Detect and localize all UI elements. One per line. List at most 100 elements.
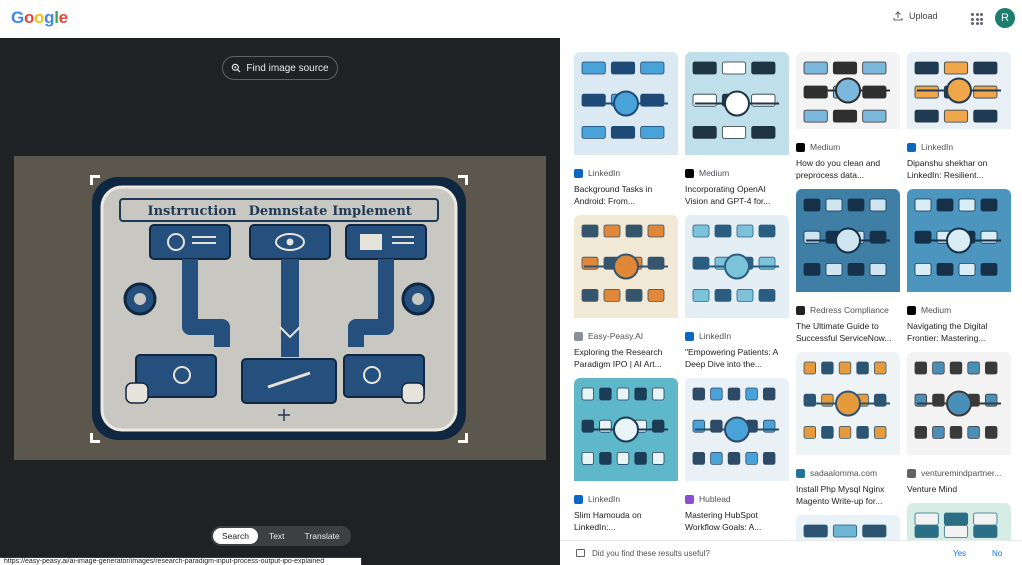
- feedback-question: Did you find these results useful?: [592, 549, 710, 558]
- medium-icon: [685, 168, 694, 178]
- result-title[interactable]: Background Tasks in Android: From...: [574, 183, 678, 207]
- result-thumbnail[interactable]: [907, 352, 1011, 460]
- result-thumbnail-art: [685, 52, 789, 155]
- result-thumbnail-art: [796, 189, 900, 292]
- result-thumbnail-art: [907, 503, 1011, 543]
- result-source: LinkedIn: [685, 330, 789, 342]
- google-logo[interactable]: Google: [11, 8, 68, 28]
- result-card[interactable]: Medium Navigating the Digital Frontier: M…: [907, 189, 1011, 344]
- result-card[interactable]: sadaalomma.com Install Php Mysql Nginx Ma…: [796, 352, 900, 507]
- result-card[interactable]: Hublead Mastering HubSpot Workflow Goals:…: [685, 378, 789, 533]
- result-source-name: Medium: [921, 305, 952, 315]
- redress-icon: [796, 305, 805, 315]
- image-label-3: Implement: [332, 204, 412, 219]
- result-source-name: venturemindpartner...: [921, 468, 1002, 478]
- result-card[interactable]: venturemindpartner... Venture Mind: [907, 352, 1011, 495]
- result-thumbnail[interactable]: [685, 52, 789, 160]
- image-label-1: Instrruction: [148, 204, 238, 219]
- result-title[interactable]: "Empowering Patients: A Deep Dive into t…: [685, 346, 789, 370]
- find-image-source-label: Find image source: [246, 62, 329, 74]
- result-source-name: LinkedIn: [588, 168, 621, 178]
- result-title[interactable]: Incorporating OpenAI Vision and GPT-4 fo…: [685, 183, 789, 207]
- visual-matches-panel: LinkedIn Background Tasks in Android: Fro…: [560, 38, 1022, 565]
- lens-mode-switcher: Search Text Translate: [211, 526, 351, 546]
- result-source-name: LinkedIn: [921, 142, 954, 152]
- result-source: Medium: [796, 141, 900, 153]
- mode-tab-search[interactable]: Search: [213, 528, 258, 544]
- result-thumbnail-art: [907, 352, 1011, 455]
- result-title[interactable]: Venture Mind: [907, 483, 1011, 495]
- result-source-name: Easy-Peasy.AI: [588, 331, 644, 341]
- image-label-2: Demnstate: [249, 204, 328, 219]
- mode-tab-translate[interactable]: Translate: [296, 528, 349, 544]
- result-source-name: Medium: [699, 168, 730, 178]
- result-title[interactable]: Navigating the Digital Frontier: Masteri…: [907, 320, 1011, 344]
- result-source: Easy-Peasy.AI: [574, 330, 678, 342]
- result-card[interactable]: LinkedIn Slim Hamouda on LinkedIn:...: [574, 378, 678, 533]
- crop-handle-top-left[interactable]: [90, 175, 100, 185]
- upload-button[interactable]: Upload: [893, 11, 938, 21]
- result-source-name: Redress Compliance: [810, 305, 889, 315]
- result-card[interactable]: LinkedIn "Empowering Patients: A Deep Div…: [685, 215, 789, 370]
- result-thumbnail[interactable]: [685, 378, 789, 486]
- crop-handle-bottom-left[interactable]: [90, 433, 100, 443]
- result-card[interactable]: LinkedIn Background Tasks in Android: Fro…: [574, 52, 678, 207]
- result-source: Medium: [907, 304, 1011, 316]
- wordpress-icon: [796, 468, 805, 478]
- crop-handle-top-right[interactable]: [458, 175, 468, 185]
- linkedin-icon: [907, 142, 916, 152]
- result-thumbnail[interactable]: [574, 378, 678, 486]
- logo-letter: e: [58, 8, 68, 27]
- result-thumbnail[interactable]: [907, 52, 1011, 134]
- result-thumbnail-art: [685, 378, 789, 481]
- feedback-no-button[interactable]: No: [992, 549, 1002, 558]
- result-title[interactable]: How do you clean and preprocess data...: [796, 157, 900, 181]
- result-thumbnail[interactable]: [796, 52, 900, 134]
- result-source-name: LinkedIn: [588, 494, 621, 504]
- hublead-icon: [685, 494, 694, 504]
- result-card[interactable]: Medium Incorporating OpenAI Vision and GP…: [685, 52, 789, 207]
- result-title[interactable]: Mastering HubSpot Workflow Goals: A...: [685, 509, 789, 533]
- result-thumbnail[interactable]: [907, 189, 1011, 297]
- easy-peasy-icon: [574, 331, 583, 341]
- medium-icon: [907, 305, 916, 315]
- result-source-name: sadaalomma.com: [810, 468, 878, 478]
- result-source-name: Hublead: [699, 494, 731, 504]
- find-image-source-button[interactable]: Find image source: [222, 56, 338, 80]
- mode-tab-text[interactable]: Text: [260, 528, 294, 544]
- result-thumbnail[interactable]: [574, 215, 678, 323]
- result-card[interactable]: Easy-Peasy.AI Exploring the Research Para…: [574, 215, 678, 370]
- results-column-4: LinkedIn Dipanshu shekhar on LinkedIn: Re…: [907, 52, 1011, 556]
- result-title[interactable]: The Ultimate Guide to Successful Service…: [796, 320, 900, 344]
- result-source: LinkedIn: [574, 167, 678, 179]
- upload-label: Upload: [909, 11, 938, 21]
- result-source: Redress Compliance: [796, 304, 900, 316]
- result-source: LinkedIn: [574, 493, 678, 505]
- result-card[interactable]: LinkedIn Dipanshu shekhar on LinkedIn: Re…: [907, 52, 1011, 181]
- result-source: venturemindpartner...: [907, 467, 1011, 479]
- result-card[interactable]: Redress Compliance The Ultimate Guide to …: [796, 189, 900, 344]
- lens-search-icon: [232, 63, 241, 73]
- query-image[interactable]: Instrruction Demnstate Implement: [92, 177, 466, 440]
- feedback-yes-button[interactable]: Yes: [953, 549, 966, 558]
- logo-letter: o: [23, 8, 35, 27]
- crop-handle-bottom-right[interactable]: [458, 433, 468, 443]
- result-title[interactable]: Slim Hamouda on LinkedIn:...: [574, 509, 678, 533]
- result-thumbnail[interactable]: [574, 52, 678, 160]
- result-title[interactable]: Install Php Mysql Nginx Magento Write-up…: [796, 483, 900, 507]
- logo-letter: o: [34, 8, 45, 27]
- result-thumbnail[interactable]: [796, 352, 900, 460]
- result-title[interactable]: Dipanshu shekhar on LinkedIn: Resilient.…: [907, 157, 1011, 181]
- image-preview-panel: Find image source Instrruction Demnstate…: [0, 38, 560, 565]
- result-source: Hublead: [685, 493, 789, 505]
- result-thumbnail-art: [685, 215, 789, 318]
- result-card[interactable]: Medium How do you clean and preprocess da…: [796, 52, 900, 181]
- google-apps-icon[interactable]: [971, 13, 983, 25]
- medium-icon: [796, 142, 805, 152]
- result-title[interactable]: Exploring the Research Paradigm IPO | AI…: [574, 346, 678, 370]
- result-thumbnail[interactable]: [796, 189, 900, 297]
- feedback-bar: Did you find these results useful? Yes N…: [560, 540, 1022, 565]
- result-thumbnail[interactable]: [685, 215, 789, 323]
- upload-icon: [893, 11, 903, 21]
- account-avatar[interactable]: R: [995, 8, 1015, 28]
